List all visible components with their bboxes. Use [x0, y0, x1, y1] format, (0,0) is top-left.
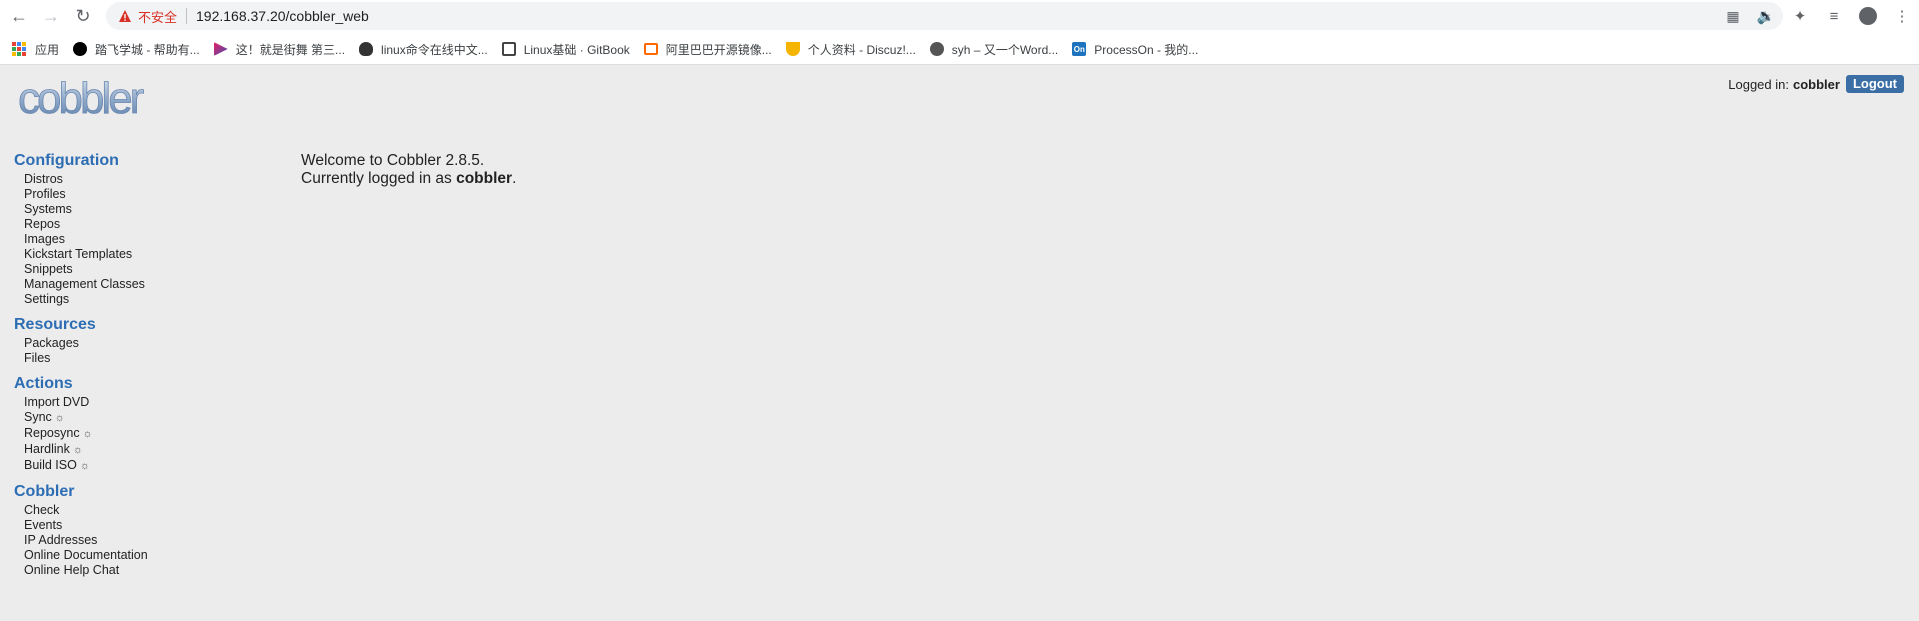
reload-icon[interactable]: ↻	[73, 6, 93, 26]
back-arrow-icon[interactable]: ←	[9, 6, 29, 26]
nav-label: Sync	[24, 410, 52, 424]
svg-text:cobbler: cobbler	[18, 75, 144, 123]
omnibox-divider	[186, 8, 188, 24]
bookmark-label: 应用	[35, 42, 60, 57]
spinner-icon: ☼	[82, 428, 93, 440]
profile-icon[interactable]	[1858, 6, 1878, 26]
reading-list-icon[interactable]: ≡	[1824, 6, 1844, 26]
nav-item-ip-addresses[interactable]: IP Addresses	[24, 533, 254, 548]
main-content: Welcome to Cobbler 2.8.5. Currently logg…	[301, 152, 516, 188]
apps-grid-icon	[12, 42, 26, 56]
bookmark-apps[interactable]: 应用	[12, 41, 59, 58]
nav-item-systems[interactable]: Systems	[24, 202, 254, 217]
bookmark-label: linux命令在线中文...	[381, 42, 488, 57]
bookmark-item[interactable]: linux命令在线中文...	[359, 41, 488, 58]
nav-item-management-classes[interactable]: Management Classes	[24, 277, 254, 292]
logged-in-prefix: Currently logged in as	[301, 170, 452, 187]
spinner-icon: ☼	[54, 412, 65, 424]
spinner-icon: ☼	[72, 444, 83, 456]
nav-item-files[interactable]: Files	[24, 351, 254, 366]
nav-item-hardlink[interactable]: Hardlink ☼	[24, 442, 254, 458]
bookmark-item[interactable]: On ProcessOn - 我的...	[1072, 41, 1198, 58]
nav-item-online-documentation[interactable]: Online Documentation	[24, 548, 254, 563]
login-status: Logged in: cobbler Logout	[1728, 75, 1904, 93]
bookmarks-bar: 应用 踏飞学城 - 帮助有... 这！就是街舞 第三... linux命令在线中…	[0, 35, 1919, 63]
extensions-icon[interactable]: ✦	[1790, 6, 1810, 26]
nav-item-repos[interactable]: Repos	[24, 217, 254, 232]
spinner-icon: ☼	[79, 460, 90, 472]
play-logo-icon	[213, 42, 228, 56]
cobbler-logo[interactable]: cobbler cobbler	[16, 75, 191, 137]
bookmark-item[interactable]: 踏飞学城 - 帮助有...	[73, 41, 200, 58]
nav-item-events[interactable]: Events	[24, 518, 254, 533]
logged-in-label: Logged in:	[1728, 76, 1789, 92]
nav-item-check[interactable]: Check	[24, 503, 254, 518]
nav-item-sync[interactable]: Sync ☼	[24, 410, 254, 426]
forward-arrow-icon[interactable]: →	[41, 6, 61, 26]
trophy-icon	[785, 42, 800, 56]
nav-item-packages[interactable]: Packages	[24, 336, 254, 351]
logged-in-suffix: .	[512, 170, 517, 187]
username: cobbler	[1792, 76, 1840, 92]
menu-kebab-icon[interactable]: ⋮	[1892, 6, 1912, 26]
alibaba-logo-icon	[643, 43, 658, 55]
bookmark-item[interactable]: 阿里巴巴开源镜像...	[643, 41, 772, 58]
nav-item-images[interactable]: Images	[24, 232, 254, 247]
section-configuration: Configuration	[14, 152, 119, 169]
section-cobbler: Cobbler	[14, 483, 75, 500]
bookmark-item[interactable]: 这！就是街舞 第三...	[213, 41, 346, 58]
bookmark-label: 踏飞学城 - 帮助有...	[95, 42, 200, 57]
nav-item-import-dvd[interactable]: Import DVD	[24, 395, 254, 410]
bookmark-item[interactable]: Linux基础 · GitBook	[501, 41, 630, 58]
read-aloud-icon[interactable]: 🔈	[1756, 6, 1776, 26]
bookmark-label: ProcessOn - 我的...	[1094, 42, 1199, 57]
translate-icon[interactable]: ▦	[1725, 8, 1741, 24]
svg-text:cobbler: cobbler	[18, 131, 144, 137]
nav-item-build-iso[interactable]: Build ISO ☼	[24, 458, 254, 474]
logout-button[interactable]: Logout	[1845, 75, 1904, 93]
nav-item-reposync[interactable]: Reposync ☼	[24, 426, 254, 442]
nav-item-profiles[interactable]: Profiles	[24, 187, 254, 202]
bookmark-label: Linux基础 · GitBook	[523, 42, 630, 57]
bookmark-item[interactable]: syh – 又一个Word...	[929, 41, 1059, 58]
nav-item-online-help-chat[interactable]: Online Help Chat	[24, 563, 254, 578]
section-actions: Actions	[14, 375, 73, 392]
nav-label: Reposync	[24, 426, 80, 440]
sidebar-nav: Configuration Distros Profiles Systems R…	[14, 151, 254, 586]
bookmark-label: 阿里巴巴开源镜像...	[665, 42, 772, 57]
nav-item-kickstart-templates[interactable]: Kickstart Templates	[24, 247, 254, 262]
nav-item-distros[interactable]: Distros	[24, 172, 254, 187]
bookmark-label: 个人资料 - Discuz!...	[807, 42, 916, 57]
processon-logo-icon: On	[1072, 42, 1087, 56]
welcome-text: Welcome to Cobbler 2.8.5.	[301, 152, 485, 169]
warning-icon	[119, 10, 131, 22]
address-bar[interactable]: 不安全 192.168.37.20/cobbler_web ▦ ☆	[106, 2, 1783, 30]
nav-label: Import DVD	[24, 395, 90, 409]
bookmark-label: 这！就是街舞 第三...	[235, 42, 346, 57]
wordpress-icon	[929, 42, 944, 56]
nav-item-snippets[interactable]: Snippets	[24, 262, 254, 277]
circle-logo-icon	[73, 42, 88, 56]
url-text[interactable]: 192.168.37.20/cobbler_web	[196, 8, 369, 24]
browser-toolbar: ← → ↻ 不安全 192.168.37.20/cobbler_web ▦ ☆ …	[0, 0, 1919, 31]
insecure-label[interactable]: 不安全	[138, 7, 177, 26]
nav-item-settings[interactable]: Settings	[24, 292, 254, 307]
bookmark-item[interactable]: 个人资料 - Discuz!...	[785, 41, 916, 58]
book-icon	[501, 42, 516, 56]
bookmark-label: syh – 又一个Word...	[951, 42, 1059, 57]
logged-in-line: Currently logged in as cobbler.	[301, 170, 516, 188]
cobbler-page: cobbler cobbler Logged in: cobbler Logou…	[0, 65, 1919, 621]
nav-label: Build ISO	[24, 458, 77, 472]
logged-in-user: cobbler	[456, 170, 513, 187]
penguin-icon	[359, 42, 374, 56]
nav-label: Hardlink	[24, 442, 70, 456]
section-resources: Resources	[14, 316, 96, 333]
